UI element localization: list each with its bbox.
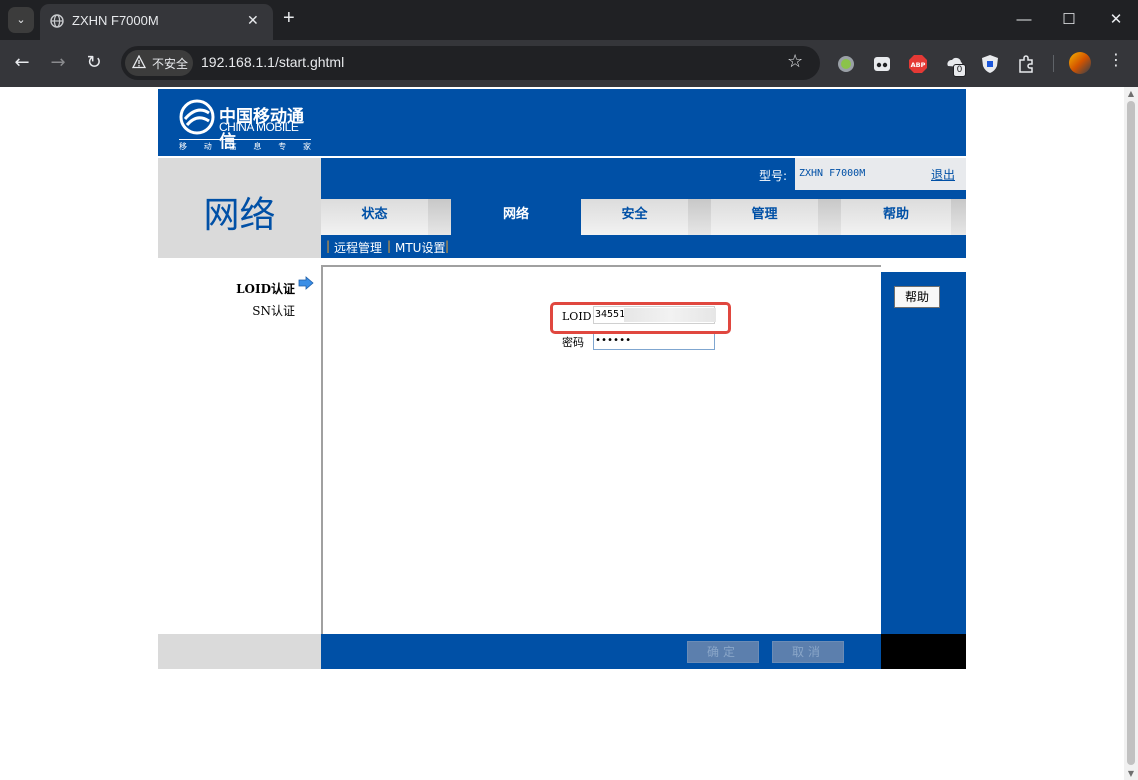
extension-circle-icon[interactable] [836,54,856,74]
tab-management[interactable]: 管理 [711,199,818,235]
scroll-thumb[interactable] [1127,101,1135,765]
router-page: 中国移动通信 CHINA MOBILE 移 动 信 息 专 家 网络 型号: Z… [158,89,966,669]
confirm-button[interactable]: 确定 [687,641,759,663]
sub-link-mtu-settings[interactable]: MTU设置 [395,239,445,256]
sub-link-remote-management[interactable]: 远程管理 [334,239,382,256]
back-icon[interactable]: ← [9,50,35,76]
sidebar-item-loid-auth[interactable]: LOID认证 [236,280,295,297]
extensions-puzzle-icon[interactable] [1016,54,1036,74]
section-title-box: 网络 [158,158,321,258]
tab-title: ZXHN F7000M [72,13,159,28]
adblock-plus-icon[interactable]: ABP [908,54,928,74]
sidebar: LOID认证 SN认证 [158,258,321,634]
logo-sub-char: 家 [302,142,311,151]
tab-close-icon[interactable]: ✕ [247,12,259,29]
sidebar-item-sn-auth[interactable]: SN认证 [252,302,295,319]
logo-sub-char: 信 [228,142,237,151]
security-chip[interactable]: 不安全 [125,50,193,76]
sub-nav-separator: | [387,239,392,253]
page-header: 中国移动通信 CHINA MOBILE 移 动 信 息 专 家 [158,89,966,156]
china-mobile-logo: 中国移动通信 CHINA MOBILE 移 动 信 息 专 家 [179,99,319,153]
extension-badge: 0 [953,64,966,77]
section-title: 网络 [203,195,276,236]
help-panel: 帮助 [881,272,966,634]
browser-menu-icon[interactable]: ⋮ [1108,50,1124,69]
svg-text:ABP: ABP [911,61,926,69]
sub-nav-separator: | [445,239,450,253]
vertical-scrollbar[interactable]: ▲ ▼ [1124,87,1138,780]
address-bar[interactable]: 不安全 192.168.1.1/start.ghtml ☆ [121,46,820,80]
reload-icon[interactable]: ↻ [81,50,107,76]
model-label: 型号: [759,169,788,183]
sub-nav: | 远程管理 | MTU设置 | [321,235,966,258]
browser-toolbar: ← → ↻ 不安全 192.168.1.1/start.ghtml ☆ ABP … [0,40,1138,87]
browser-tabstrip: ⌄ ZXHN F7000M ✕ + — ☐ ✕ [0,0,1138,40]
sub-nav-separator: | [326,239,331,253]
tab-security[interactable]: 安全 [581,199,688,235]
help-button[interactable]: 帮助 [894,286,940,308]
main-nav: 状态 网络 安全 管理 帮助 [321,190,966,235]
model-bar: 型号: ZXHN F7000M 退出 [321,158,966,190]
toolbar-divider [1053,55,1054,72]
scroll-down-icon[interactable]: ▼ [1126,769,1136,778]
forward-icon[interactable]: → [45,50,71,76]
new-tab-button[interactable]: + [283,7,295,30]
logo-english-text: CHINA MOBILE [219,120,299,134]
page-viewport: 中国移动通信 CHINA MOBILE 移 动 信 息 专 家 网络 型号: Z… [0,87,1138,780]
cancel-button[interactable]: 取消 [772,641,844,663]
warning-icon [132,55,146,69]
extension-glasses-icon[interactable] [872,54,892,74]
globe-icon [50,14,64,28]
scroll-up-icon[interactable]: ▲ [1126,89,1136,98]
tab-divider [688,199,711,235]
china-mobile-logo-icon [179,99,215,135]
footer-actions: 确定 取消 [321,634,881,669]
close-window-icon[interactable]: ✕ [1096,6,1136,34]
logo-sub-char: 专 [278,142,287,151]
logo-sub-char: 动 [203,142,212,151]
tab-search-chevron-icon[interactable]: ⌄ [8,7,34,33]
tab-status[interactable]: 状态 [321,199,428,235]
highlight-annotation [550,302,731,334]
url-text[interactable]: 192.168.1.1/start.ghtml [201,54,344,70]
footer-left [158,634,321,669]
browser-tab[interactable]: ZXHN F7000M ✕ [40,4,273,40]
security-label: 不安全 [152,57,189,71]
logo-subtitle: 移 动 信 息 专 家 [179,141,311,152]
logo-sub-char: 移 [179,142,187,151]
logout-link[interactable]: 退出 [931,166,955,183]
model-value: ZXHN F7000M [799,168,866,179]
extension-shield-icon[interactable] [980,54,1000,74]
maximize-icon[interactable]: ☐ [1049,6,1089,34]
model-info-box: ZXHN F7000M 退出 [795,158,966,190]
tab-divider [951,199,966,235]
profile-avatar[interactable] [1069,52,1091,74]
tab-divider [818,199,841,235]
content-panel: LOID 34551 密码 •••••• [321,265,881,634]
minimize-icon[interactable]: — [1004,6,1044,34]
password-label: 密码 [562,336,584,349]
arrow-right-icon [298,276,314,290]
tab-help[interactable]: 帮助 [841,199,951,235]
tab-network[interactable]: 网络 [451,190,581,235]
bookmark-star-icon[interactable]: ☆ [787,51,803,72]
footer-right [881,634,966,669]
password-field[interactable]: •••••• [593,332,715,350]
logo-sub-char: 息 [253,142,262,151]
tab-divider [428,199,451,235]
logo-divider [179,139,311,140]
